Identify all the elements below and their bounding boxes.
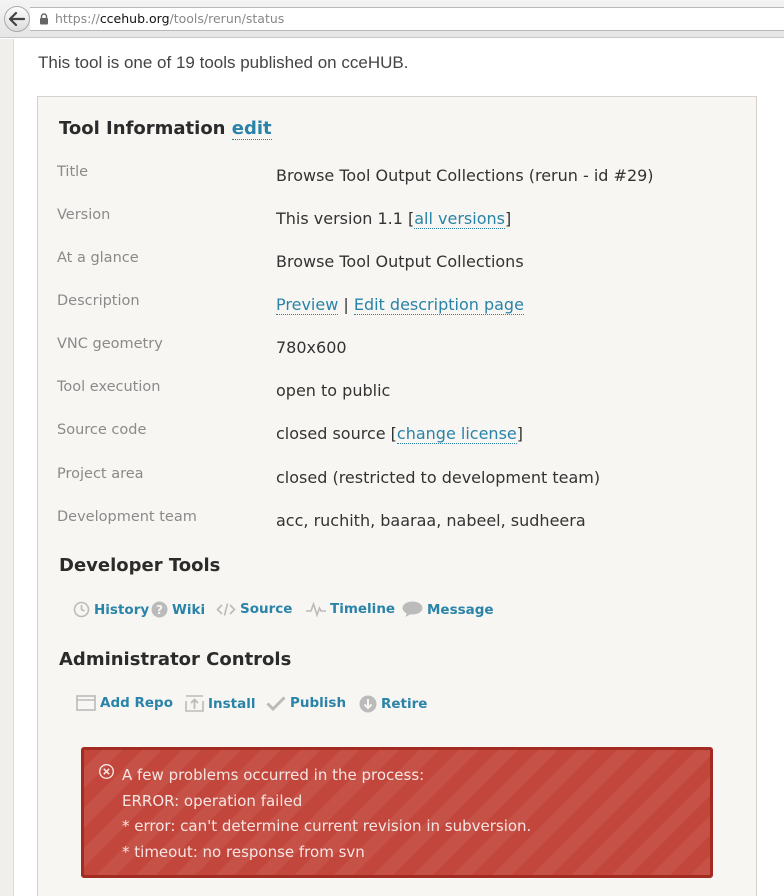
question-icon: ? bbox=[151, 601, 168, 618]
url-host: ccehub.org bbox=[99, 11, 170, 26]
row-description: Description Preview | Edit description p… bbox=[57, 293, 737, 317]
upload-icon bbox=[185, 695, 204, 712]
all-versions-link[interactable]: all versions bbox=[414, 209, 505, 229]
wiki-link[interactable]: ? Wiki bbox=[151, 601, 205, 618]
history-link[interactable]: History bbox=[73, 601, 149, 618]
publish-label: Publish bbox=[290, 695, 347, 711]
down-arrow-circle-icon bbox=[359, 695, 377, 713]
error-line: * error: can't determine current revisio… bbox=[122, 817, 532, 835]
wiki-label: Wiki bbox=[172, 601, 206, 618]
change-license-link[interactable]: change license bbox=[396, 424, 517, 444]
pulse-icon bbox=[306, 601, 326, 617]
error-message: A few problems occurred in the process: … bbox=[81, 747, 713, 878]
browser-toolbar: https://ccehub.org/tools/rerun/status bbox=[0, 0, 784, 38]
tool-info-heading: Tool Information edit bbox=[59, 118, 272, 140]
back-button[interactable] bbox=[4, 6, 30, 32]
intro-text: This tool is one of 19 tools published o… bbox=[38, 53, 409, 72]
source-label: Source bbox=[240, 601, 293, 617]
source-link[interactable]: Source bbox=[216, 601, 292, 617]
row-label: VNC geometry bbox=[57, 336, 163, 352]
row-label: Source code bbox=[57, 422, 147, 438]
row-label: Project area bbox=[57, 466, 144, 482]
lock-icon bbox=[39, 13, 49, 25]
version-suffix: ] bbox=[504, 209, 512, 228]
row-tool-execution: Tool execution open to public bbox=[57, 379, 737, 403]
tool-info-title: Tool Information bbox=[59, 118, 226, 139]
error-summary: A few problems occurred in the process: bbox=[122, 766, 425, 784]
retire-label: Retire bbox=[381, 696, 428, 712]
row-label: Version bbox=[57, 207, 111, 223]
row-label: Tool execution bbox=[57, 379, 161, 395]
row-value: closed (restricted to development team) bbox=[276, 468, 601, 487]
code-icon bbox=[216, 602, 236, 617]
add-repo-button[interactable]: Add Repo bbox=[76, 695, 173, 711]
row-development-team: Development team acc, ruchith, baaraa, n… bbox=[57, 509, 737, 533]
row-value: open to public bbox=[276, 381, 391, 400]
timeline-label: Timeline bbox=[330, 601, 396, 617]
separator: | bbox=[338, 295, 354, 314]
developer-tools-heading: Developer Tools bbox=[59, 555, 221, 576]
window-icon bbox=[76, 695, 96, 711]
timeline-link[interactable]: Timeline bbox=[306, 601, 395, 617]
edit-link[interactable]: edit bbox=[231, 118, 272, 140]
edit-description-link[interactable]: Edit description page bbox=[353, 295, 524, 315]
message-label: Message bbox=[427, 601, 494, 618]
speech-bubble-icon bbox=[402, 601, 423, 618]
row-source-code: Source code closed source [change licens… bbox=[57, 422, 737, 446]
row-label: Title bbox=[57, 164, 89, 180]
row-value: 780x600 bbox=[276, 338, 347, 357]
row-value: Browse Tool Output Collections (rerun - … bbox=[276, 166, 654, 185]
source-prefix: closed source [ bbox=[276, 424, 397, 443]
error-icon bbox=[98, 763, 115, 783]
install-button[interactable]: Install bbox=[185, 695, 256, 712]
publish-button[interactable]: Publish bbox=[266, 695, 346, 711]
row-value: This version 1.1 [all versions] bbox=[276, 209, 512, 229]
back-arrow-icon bbox=[9, 12, 25, 26]
add-repo-label: Add Repo bbox=[100, 695, 173, 711]
url-bar[interactable]: https://ccehub.org/tools/rerun/status bbox=[30, 7, 784, 31]
row-label: Description bbox=[57, 293, 140, 309]
row-label: Development team bbox=[57, 509, 197, 525]
page-gutter bbox=[0, 39, 14, 896]
source-suffix: ] bbox=[516, 424, 523, 443]
row-vnc-geometry: VNC geometry 780x600 bbox=[57, 336, 737, 360]
history-label: History bbox=[94, 601, 150, 618]
row-label: At a glance bbox=[57, 250, 139, 266]
error-line: ERROR: operation failed bbox=[122, 792, 303, 810]
retire-button[interactable]: Retire bbox=[359, 695, 427, 713]
checkmark-icon bbox=[266, 695, 286, 711]
url-scheme: https:// bbox=[55, 11, 100, 26]
row-value: Preview | Edit description page bbox=[276, 295, 524, 315]
row-value: acc, ruchith, baaraa, nabeel, sudheera bbox=[276, 511, 586, 530]
error-line: * timeout: no response from svn bbox=[122, 843, 365, 861]
row-project-area: Project area closed (restricted to devel… bbox=[57, 466, 737, 490]
row-value: closed source [change license] bbox=[276, 424, 523, 444]
preview-link[interactable]: Preview bbox=[276, 295, 339, 315]
version-prefix: This version 1.1 [ bbox=[276, 209, 415, 228]
message-link[interactable]: Message bbox=[402, 601, 494, 618]
install-label: Install bbox=[208, 695, 256, 712]
svg-text:?: ? bbox=[156, 603, 163, 617]
url-path: /tools/rerun/status bbox=[169, 11, 285, 26]
clock-icon bbox=[73, 601, 90, 618]
row-version: Version This version 1.1 [all versions] bbox=[57, 207, 737, 231]
row-title: Title Browse Tool Output Collections (re… bbox=[57, 164, 737, 188]
admin-controls-heading: Administrator Controls bbox=[59, 649, 292, 670]
row-at-a-glance: At a glance Browse Tool Output Collectio… bbox=[57, 250, 737, 274]
row-value: Browse Tool Output Collections bbox=[276, 252, 524, 271]
